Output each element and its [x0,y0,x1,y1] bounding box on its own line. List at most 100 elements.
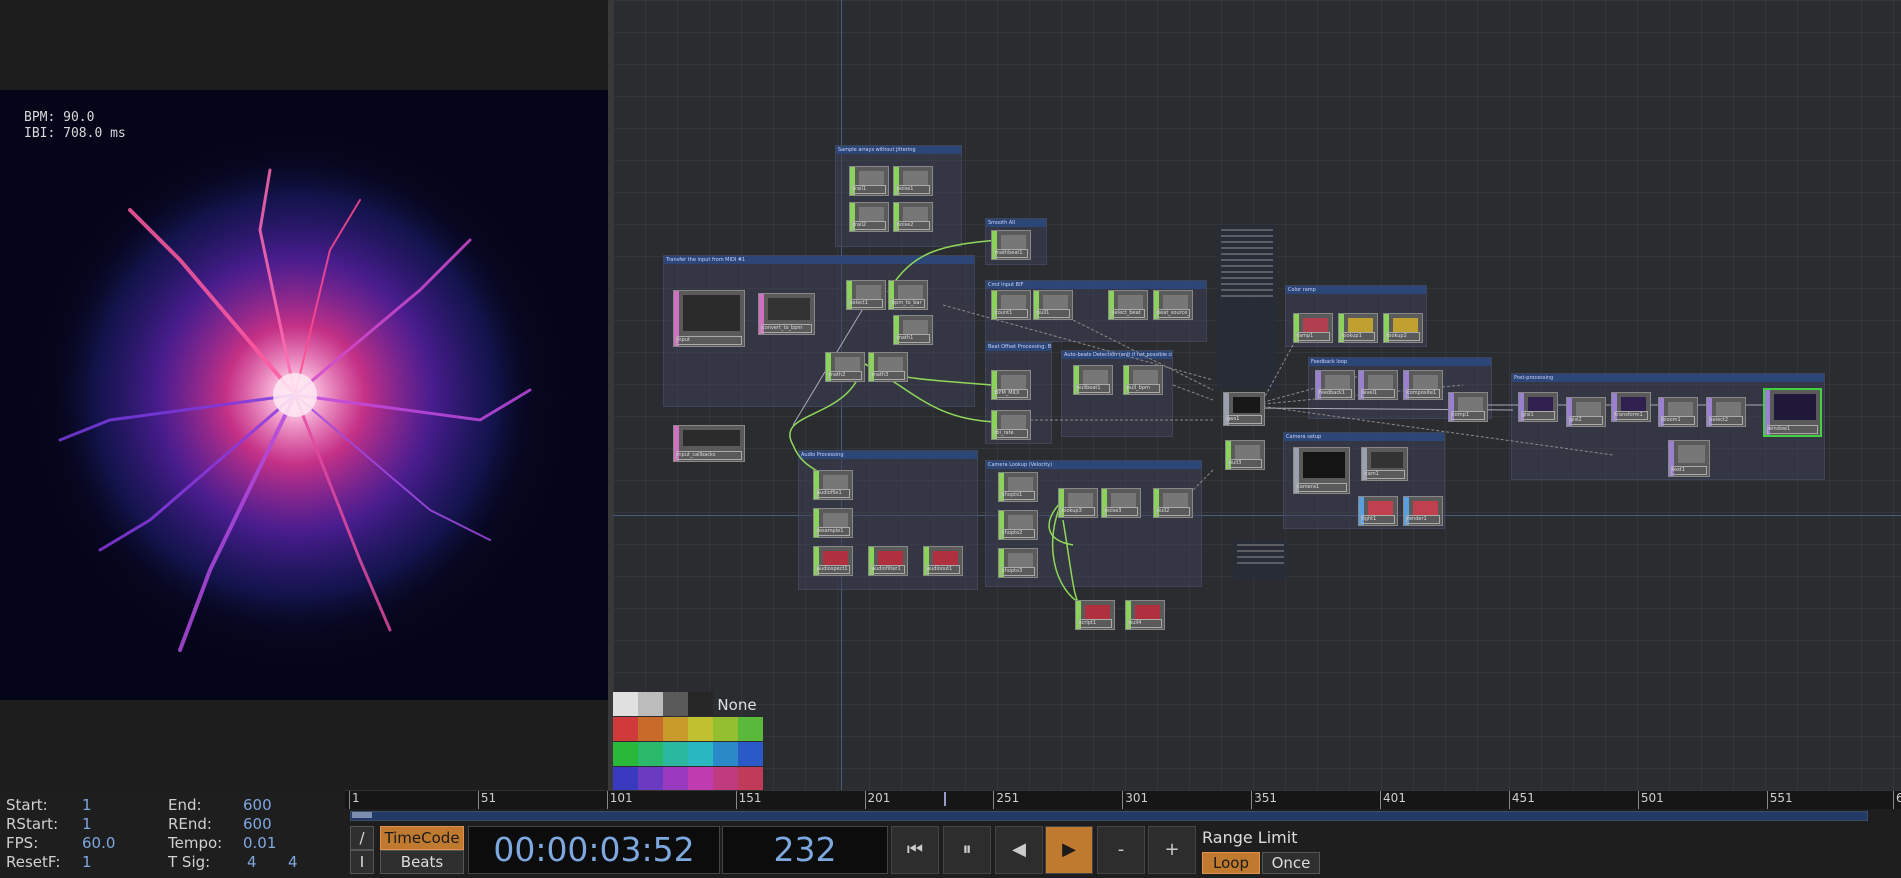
node[interactable]: audioout1 [923,546,963,576]
node[interactable]: null3 [1225,440,1265,470]
node[interactable]: lookup1 [1338,313,1378,343]
play-icon[interactable]: ▶ [1045,826,1093,874]
rstart-field[interactable]: 1 [82,815,92,833]
color-swatch[interactable] [613,717,638,741]
beats-toggle[interactable]: Beats [380,850,464,874]
node[interactable]: light1 [1358,496,1398,526]
node[interactable]: chopto3 [998,548,1038,578]
node[interactable]: feedback1 [1315,370,1355,400]
color-swatch[interactable] [688,742,713,766]
node[interactable]: ramp1 [1293,313,1333,343]
node[interactable]: composite1 [1403,370,1443,400]
resetf-field[interactable]: 1 [82,853,92,871]
palette-none-option[interactable]: None [712,694,762,716]
node[interactable]: select1 [846,280,886,310]
node[interactable]: render1 [1403,496,1443,526]
node[interactable]: null1 [1033,290,1073,320]
color-swatch[interactable] [663,742,688,766]
node[interactable]: null4 [1125,600,1165,630]
node[interactable]: trail1 [849,166,889,196]
color-swatch[interactable] [688,692,713,716]
color-swatch[interactable] [638,742,663,766]
range-slider-handle[interactable] [352,812,372,818]
node[interactable]: noise2 [893,202,933,232]
network-editor[interactable]: Sample arrays without jittering Transfer… [613,0,1901,790]
color-swatch[interactable] [688,767,713,791]
node[interactable]: select2 [1706,397,1746,427]
node[interactable]: audiofile1 [813,470,853,500]
slash-button[interactable]: / [350,826,374,850]
node[interactable]: bpm_to_bar [888,280,928,310]
node[interactable]: BPM_MIDI [991,370,1031,400]
color-swatch[interactable] [713,742,738,766]
color-swatch[interactable] [613,742,638,766]
node[interactable]: mathbeat1 [991,230,1031,260]
color-swatch[interactable] [713,717,738,741]
node[interactable]: null2 [1153,488,1193,518]
node[interactable]: bloom1 [1658,397,1698,427]
step-back-icon[interactable]: ◀ [995,826,1043,874]
color-swatch[interactable] [663,767,688,791]
rend-field[interactable]: 600 [243,815,272,833]
node[interactable]: cam1 [1361,447,1408,481]
color-swatch[interactable] [738,742,763,766]
once-toggle[interactable]: Once [1262,852,1320,874]
node[interactable]: nullbeat1 [1073,365,1113,395]
render-viewer[interactable] [0,90,610,700]
node[interactable]: transform1 [1611,392,1651,422]
color-swatch[interactable] [638,767,663,791]
color-swatch[interactable] [663,692,688,716]
timecode-display[interactable]: 00:00:03:52 [468,826,720,874]
tempo-field[interactable]: 0.01 [243,834,276,852]
node[interactable]: resample1 [813,508,853,538]
node[interactable]: chopto1 [998,472,1038,502]
node[interactable]: lookup3 [1058,488,1098,518]
node[interactable]: input_callbacks [673,425,745,462]
color-swatch[interactable] [638,692,663,716]
pause-icon[interactable]: ⏸ [943,826,991,874]
node[interactable]: audiofilter1 [868,546,908,576]
decrement-button[interactable]: - [1097,826,1145,874]
node[interactable]: text1 [1668,440,1710,477]
color-swatch[interactable] [738,767,763,791]
timeline-ruler[interactable]: 151101151201251301351401451501551600 [345,790,1901,809]
color-swatch[interactable] [713,767,738,791]
range-slider[interactable] [350,811,1868,821]
increment-button[interactable]: + [1148,826,1196,874]
node[interactable]: glsl1 [1518,392,1558,422]
frame-display[interactable]: 232 [722,826,888,874]
node[interactable]: math2 [825,352,865,382]
node[interactable]: convert_to_bpm [758,293,815,335]
node[interactable]: comp1 [1448,392,1488,422]
node[interactable]: beat_source_switch [1153,290,1193,320]
color-swatch[interactable] [638,717,663,741]
color-swatch[interactable] [613,767,638,791]
color-swatch[interactable] [738,717,763,741]
start-field[interactable]: 1 [82,796,92,814]
node[interactable]: noise1 [893,166,933,196]
node[interactable]: math1 [893,315,933,345]
color-swatch[interactable] [663,717,688,741]
node[interactable]: count1 [991,290,1031,320]
node[interactable]: window1 [1763,388,1822,437]
node[interactable]: level1 [1358,370,1398,400]
tsig-numerator-field[interactable]: 4 [247,853,257,871]
rewind-icon[interactable]: ⏮ [891,826,939,874]
node[interactable]: trail2 [849,202,889,232]
loop-toggle[interactable]: Loop [1202,852,1260,874]
tsig-denominator-field[interactable]: 4 [288,853,298,871]
node[interactable]: geo1 [1223,392,1265,426]
color-swatch[interactable] [613,692,638,716]
node[interactable]: null_bpm [1123,365,1163,395]
node[interactable]: noise3 [1101,488,1141,518]
node[interactable]: audiospect1 [813,546,853,576]
cursor-button[interactable]: I [350,850,374,874]
timecode-toggle[interactable]: TimeCode [380,826,464,850]
color-swatch[interactable] [688,717,713,741]
playhead[interactable] [944,792,947,806]
node[interactable]: select_beat [1108,290,1148,320]
node[interactable]: lookup2 [1383,313,1423,343]
node[interactable]: glsl2 [1566,397,1606,427]
node[interactable]: camera1 [1293,447,1350,494]
node[interactable]: script1 [1075,600,1115,630]
